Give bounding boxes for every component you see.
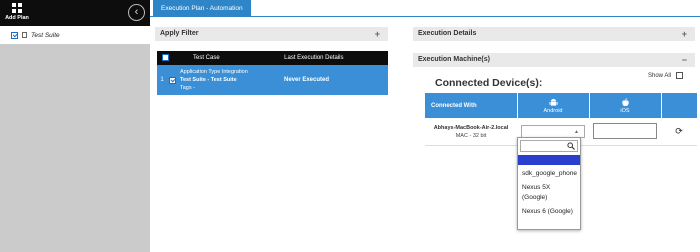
table-header-row: Test Case Last Execution Details (157, 51, 388, 65)
expand-plus-icon[interactable]: + (682, 27, 687, 41)
android-label: Android (543, 107, 563, 114)
dropdown-option[interactable]: sdk_google_phone (518, 167, 580, 181)
show-all-toggle[interactable]: Show All (648, 72, 684, 79)
collapse-minus-icon[interactable]: − (682, 53, 687, 67)
column-last-execution: Last Execution Details (239, 51, 388, 65)
column-android: Android (516, 93, 589, 118)
device-name: Abhays-MacBook-Air-2.local (433, 124, 509, 131)
row-index: 1 (160, 77, 164, 83)
device-os: MAC - 32 bit (455, 132, 487, 139)
select-all-checkbox[interactable] (161, 53, 169, 61)
column-ios: iOS (588, 93, 661, 118)
tags-text: Tags - (180, 85, 195, 91)
refresh-cell: ⟳ (661, 118, 697, 146)
column-actions (660, 93, 697, 118)
test-case-detail: Application Type Integration Test Suite … (180, 68, 276, 92)
ios-cell (589, 118, 661, 146)
refresh-icon[interactable]: ⟳ (675, 126, 683, 136)
app-type-text: Application Type Integration (180, 69, 248, 75)
android-device-select[interactable]: ▲ (521, 124, 585, 138)
tab-bar: Execution Plan - Automation (150, 0, 700, 17)
dropdown-option-highlighted[interactable] (518, 155, 580, 165)
devices-header-row: Connected With Android iOS (425, 93, 697, 118)
execution-details-title: Execution Details (418, 30, 477, 37)
row-checkbox[interactable] (169, 76, 176, 84)
column-connected-with: Connected With (425, 93, 517, 118)
apply-filter-header[interactable]: Apply Filter + (155, 27, 388, 41)
grid-icon (12, 3, 22, 13)
document-icon (22, 32, 27, 38)
dropdown-option[interactable]: Nexus 6 (Google) (518, 205, 580, 219)
apple-icon (621, 97, 629, 106)
execution-machines-header[interactable]: Execution Machine(s) − (413, 53, 695, 67)
sidebar: Add Plan ‹ Test Suite (0, 0, 150, 252)
column-test-case: Test Case (173, 51, 240, 65)
android-device-dropdown: sdk_google_phone Nexus 5X (Google) Nexus… (517, 137, 581, 230)
search-icon (567, 142, 575, 150)
execution-details-header[interactable]: Execution Details + (413, 27, 695, 41)
test-case-table: Test Case Last Execution Details 1 Appli… (157, 51, 388, 95)
table-row[interactable]: 1 Application Type Integration Test Suit… (157, 65, 388, 95)
tab-execution-plan[interactable]: Execution Plan - Automation (153, 0, 251, 17)
sidebar-toolbar: Add Plan ‹ (0, 0, 150, 26)
execution-machines-title: Execution Machine(s) (418, 56, 490, 63)
caret-down-icon: ▲ (574, 128, 579, 135)
device-cell: Abhays-MacBook-Air-2.local MAC - 32 bit (425, 118, 517, 146)
tree-item-test-suite[interactable]: Test Suite (0, 26, 150, 44)
table-row-cell: 1 Application Type Integration Test Suit… (157, 65, 388, 95)
expand-plus-icon[interactable]: + (375, 27, 380, 41)
add-plan-label: Add Plan (5, 15, 29, 21)
ios-device-input[interactable] (593, 123, 657, 140)
android-icon (548, 98, 558, 106)
test-name-text: Test Suite - Test Suite (180, 77, 237, 83)
chevron-left-icon[interactable]: ‹ (128, 4, 145, 21)
tree-item-label: Test Suite (31, 31, 60, 39)
dropdown-option[interactable]: Nexus 5X (Google) (518, 181, 580, 205)
select-all-cell (157, 51, 173, 65)
apply-filter-title: Apply Filter (160, 30, 199, 37)
dropdown-search-input[interactable] (520, 140, 578, 152)
add-plan-button[interactable]: Add Plan (4, 3, 30, 25)
test-suite-checkbox[interactable] (11, 31, 18, 39)
last-execution-text: Never Executed (284, 77, 330, 83)
connected-devices-title: Connected Device(s): (435, 77, 543, 89)
show-all-label: Show All (648, 72, 672, 79)
show-all-checkbox[interactable] (676, 72, 684, 79)
ios-label: iOS (620, 107, 630, 114)
